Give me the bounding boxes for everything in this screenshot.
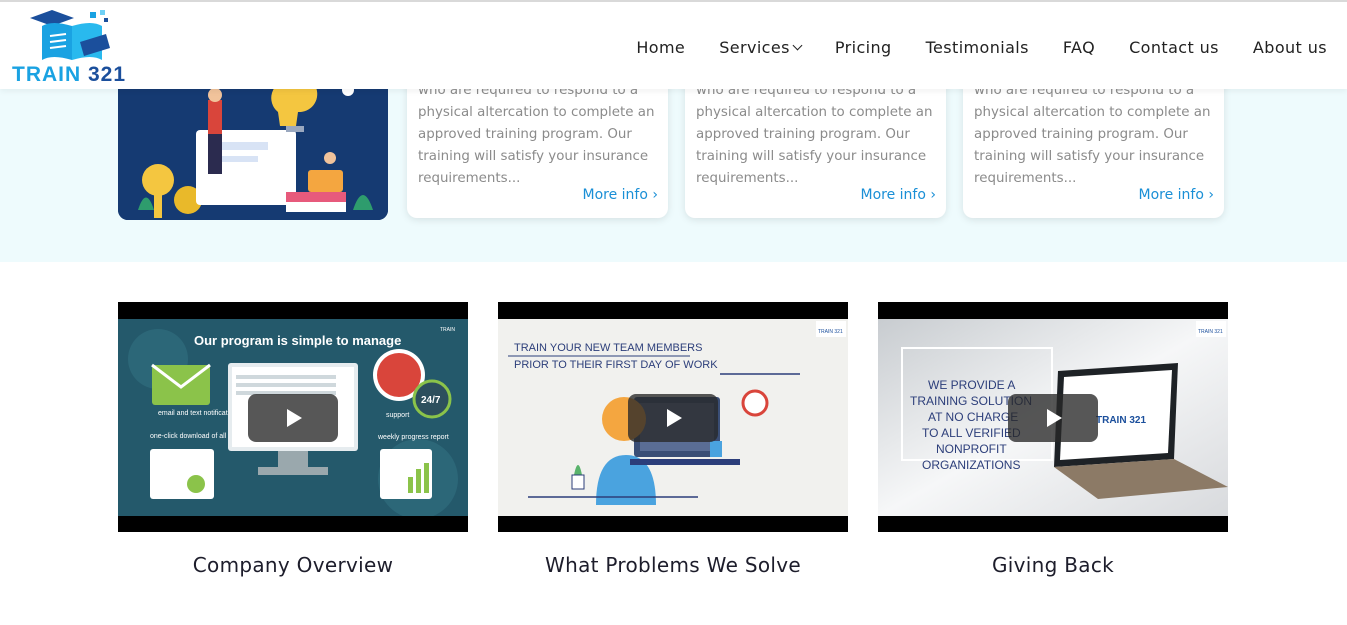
thumb-line: TO ALL VERIFIED — [922, 426, 1021, 440]
nav-testimonials[interactable]: Testimonials — [926, 38, 1029, 57]
nav-faq[interactable]: FAQ — [1063, 38, 1095, 57]
play-icon[interactable] — [1008, 394, 1098, 442]
video-player[interactable]: TRAIN YOUR NEW TEAM MEMBERS PRIOR TO THE… — [498, 302, 848, 532]
play-icon[interactable] — [628, 394, 718, 442]
chevron-down-icon — [792, 40, 803, 51]
thumb-label: support — [386, 412, 409, 419]
chevron-right-icon: › — [930, 187, 936, 203]
thumb-line: ORGANIZATIONS — [922, 458, 1020, 472]
card-text: who are required to respond to a physica… — [418, 83, 655, 186]
site-header: TRAIN 321 Home Services Pricing Testimon… — [0, 0, 1347, 89]
thumb-line: TRAIN YOUR NEW TEAM MEMBERS — [514, 342, 702, 354]
play-icon[interactable] — [248, 394, 338, 442]
thumb-label: weekly progress report — [377, 434, 449, 441]
nav-label: Pricing — [834, 38, 892, 57]
nav-contact-us[interactable]: Contact us — [1129, 38, 1219, 57]
video-caption: What Problems We Solve — [545, 553, 801, 577]
nav-pricing[interactable]: Pricing — [835, 38, 892, 57]
more-info-label: More info — [582, 187, 648, 203]
page: who are required to respond to a physica… — [0, 0, 1347, 625]
card-text: who are required to respond to a physica… — [974, 83, 1211, 186]
more-info-link[interactable]: More info › — [583, 187, 658, 203]
nav-label: Contact us — [1129, 38, 1219, 57]
logo-word: TRAIN — [12, 63, 88, 86]
thumb-line: NONPROFIT — [936, 442, 1007, 456]
logo-wordmark: TRAIN 321 — [12, 63, 126, 87]
thumb-corner-logo: TRAIN 321 — [818, 329, 843, 335]
main-nav: Home Services Pricing Testimonials FAQ C… — [636, 38, 1327, 57]
video-player[interactable]: WE PROVIDE A TRAINING SOLUTION AT NO CHA… — [878, 302, 1228, 532]
thumb-screen-logo: TRAIN 321 — [1096, 415, 1146, 426]
chevron-right-icon: › — [1208, 187, 1214, 203]
more-info-link[interactable]: More info › — [861, 187, 936, 203]
thumb-headline: Our program is simple to manage — [194, 333, 401, 348]
logo-number: 321 — [88, 63, 127, 86]
video-caption: Giving Back — [991, 553, 1115, 577]
nav-label: Home — [636, 38, 686, 57]
thumb-corner-logo: TRAIN — [440, 327, 455, 333]
thumb-label: 24/7 — [421, 395, 441, 406]
nav-label: Testimonials — [925, 38, 1029, 57]
more-info-label: More info — [860, 187, 926, 203]
thumb-line: AT NO CHARGE — [928, 410, 1018, 424]
video-player[interactable]: Our program is simple to manage email an… — [118, 302, 468, 532]
card-text: who are required to respond to a physica… — [696, 83, 933, 186]
more-info-link[interactable]: More info › — [1139, 187, 1214, 203]
thumb-corner-logo: TRAIN 321 — [1198, 329, 1223, 335]
nav-about-us[interactable]: About us — [1253, 38, 1327, 57]
logo-graduation-icon — [30, 10, 110, 60]
nav-services[interactable]: Services — [719, 38, 803, 57]
nav-label: About us — [1252, 38, 1327, 57]
chevron-right-icon: › — [652, 187, 658, 203]
thumb-line: PRIOR TO THEIR FIRST DAY OF WORK — [514, 359, 718, 371]
nav-home[interactable]: Home — [636, 38, 685, 57]
nav-label: FAQ — [1062, 38, 1096, 57]
more-info-label: More info — [1138, 187, 1204, 203]
video-caption: Company Overview — [192, 553, 394, 577]
thumb-line: WE PROVIDE A — [928, 378, 1015, 392]
nav-label: Services — [719, 38, 790, 57]
